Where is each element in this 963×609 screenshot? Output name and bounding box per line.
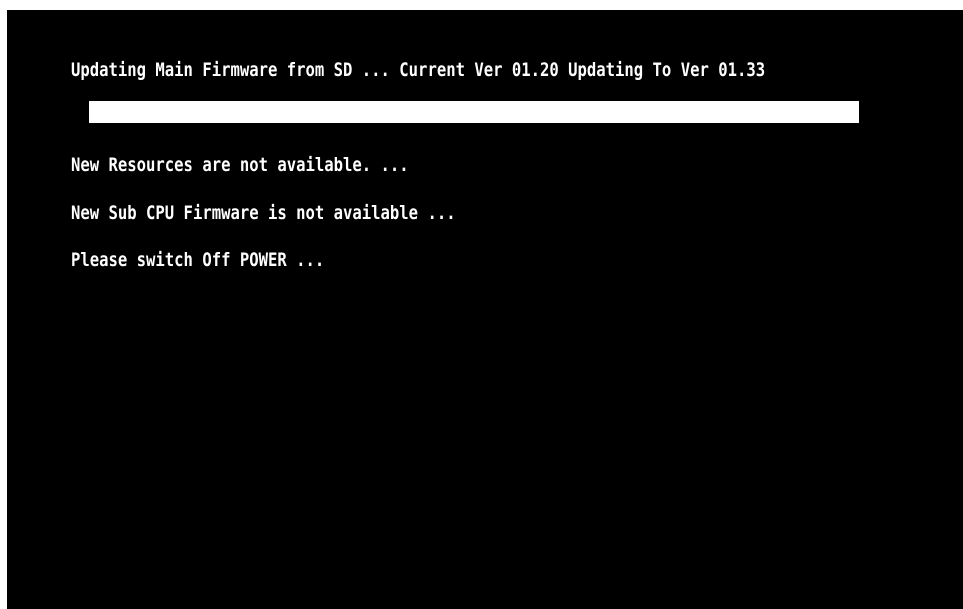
firmware-progress-fill	[89, 101, 859, 123]
firmware-progress-bar	[89, 101, 859, 123]
sub-cpu-status-message: New Sub CPU Firmware is not available ..…	[71, 202, 456, 224]
power-off-instruction: Please switch Off POWER ...	[71, 249, 325, 271]
firmware-update-status: Updating Main Firmware from SD ... Curre…	[71, 59, 766, 81]
resources-status-message: New Resources are not available. ...	[71, 154, 409, 176]
firmware-update-screen: Updating Main Firmware from SD ... Curre…	[7, 10, 963, 609]
